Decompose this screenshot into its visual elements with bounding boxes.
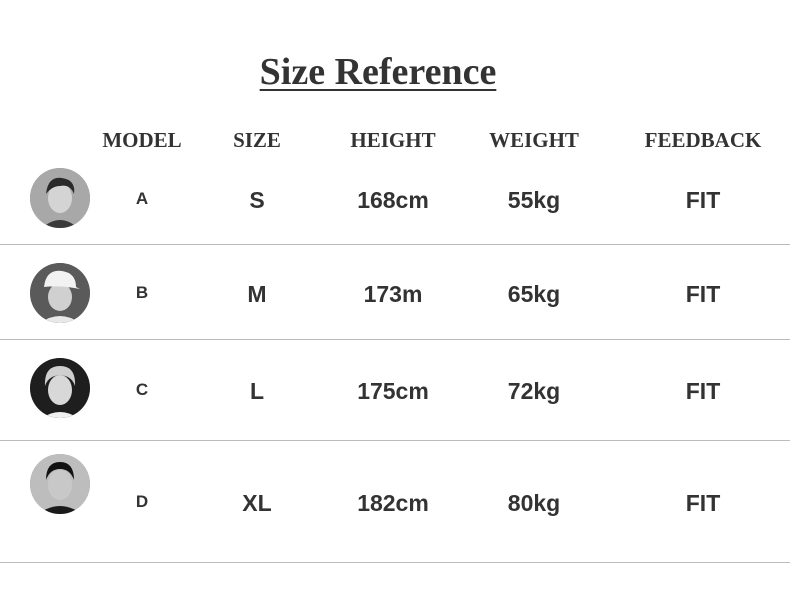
model-label: D	[135, 492, 149, 511]
height-value: 173m	[363, 281, 423, 307]
weight-value: 65kg	[507, 281, 561, 307]
weight-value: 55kg	[507, 187, 561, 213]
feedback-value: FIT	[685, 281, 721, 307]
row-divider	[0, 562, 790, 563]
height-value: 175cm	[357, 378, 429, 404]
model-label: C	[135, 380, 149, 399]
header-model: MODEL	[102, 128, 182, 152]
header-height: HEIGHT	[350, 128, 436, 152]
size-value: L	[249, 378, 265, 404]
size-value: M	[247, 281, 267, 307]
model-a-photo	[30, 168, 90, 228]
model-d-photo	[30, 454, 90, 514]
model-b-photo	[30, 263, 90, 323]
header-size: SIZE	[233, 128, 281, 152]
feedback-value: FIT	[685, 490, 721, 516]
row-divider	[0, 244, 790, 245]
size-value: XL	[242, 490, 272, 516]
height-value: 168cm	[357, 187, 429, 213]
height-value: 182cm	[357, 490, 429, 516]
size-value: S	[249, 187, 265, 213]
feedback-value: FIT	[685, 187, 721, 213]
feedback-value: FIT	[685, 378, 721, 404]
model-label: A	[135, 189, 149, 208]
row-divider	[0, 339, 790, 340]
header-feedback: FEEDBACK	[644, 128, 762, 152]
weight-value: 72kg	[507, 378, 561, 404]
model-c-photo	[30, 358, 90, 418]
model-label: B	[135, 283, 149, 302]
row-divider	[0, 440, 790, 441]
page-title: Size Reference	[259, 51, 497, 93]
header-weight: WEIGHT	[489, 128, 579, 152]
weight-value: 80kg	[507, 490, 561, 516]
